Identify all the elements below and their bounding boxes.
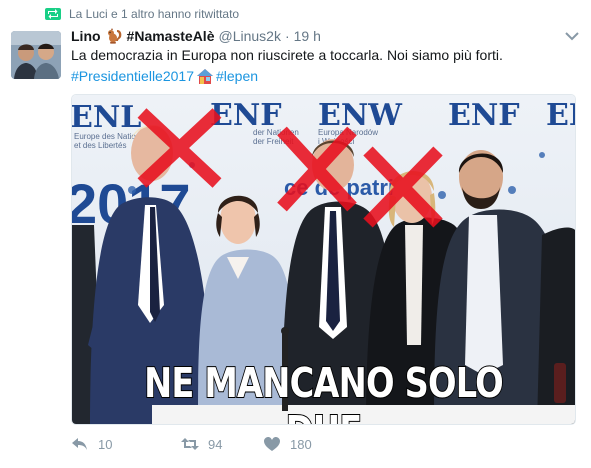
backdrop-logo: ENL [72,100,141,135]
house-icon [196,68,214,85]
reply-button[interactable]: 10 [71,436,181,452]
retweet-context[interactable]: La Luci e 1 altro hanno ritwittato [45,6,239,22]
tweet-body: La democrazia in Europa non riuscirete a… [71,47,503,63]
tweet-text: La democrazia in Europa non riuscirete a… [71,45,581,87]
timestamp[interactable]: 19 h [294,28,321,44]
like-button[interactable]: 180 [263,436,312,452]
retweet-icon [181,436,199,452]
separator: · [284,28,290,44]
retweet-button[interactable]: 94 [181,436,263,452]
squirrel-icon [106,28,123,44]
author-name[interactable]: Lino [71,28,101,44]
hashtag-presidentielle[interactable]: #Presidentielle2017 [71,66,194,87]
tweet-media-photo[interactable]: ENL ENF ENW ENF EN der Nationen der Frei… [71,94,576,425]
author-handle[interactable]: @Linus2k [218,28,280,44]
backdrop-logo: ENF [448,98,520,133]
hashtag-lepen[interactable]: #lepen [216,66,258,87]
hashtag-line: #Presidentielle2017 #lepen [71,66,581,87]
reply-count: 10 [98,436,113,452]
retweet-count: 94 [208,436,223,452]
author-hashtag[interactable]: #NamasteAlè [127,28,215,44]
chevron-down-icon[interactable] [565,31,579,41]
tweet-header: Lino #NamasteAlè @Linus2k · 19 h [71,27,321,45]
like-count: 180 [290,436,312,452]
reply-icon [71,436,89,452]
tweet-actions: 10 94 180 [71,434,312,454]
heart-icon [263,436,281,452]
backdrop-logo: EN [546,98,576,133]
retweet-icon [45,8,61,20]
avatar[interactable] [11,31,61,79]
backdrop-text: et des Libertés [74,141,126,150]
retweet-context-text: La Luci e 1 altro hanno ritwittato [69,7,240,21]
meme-caption: NE MANCANO SOLO DUE [143,358,504,424]
